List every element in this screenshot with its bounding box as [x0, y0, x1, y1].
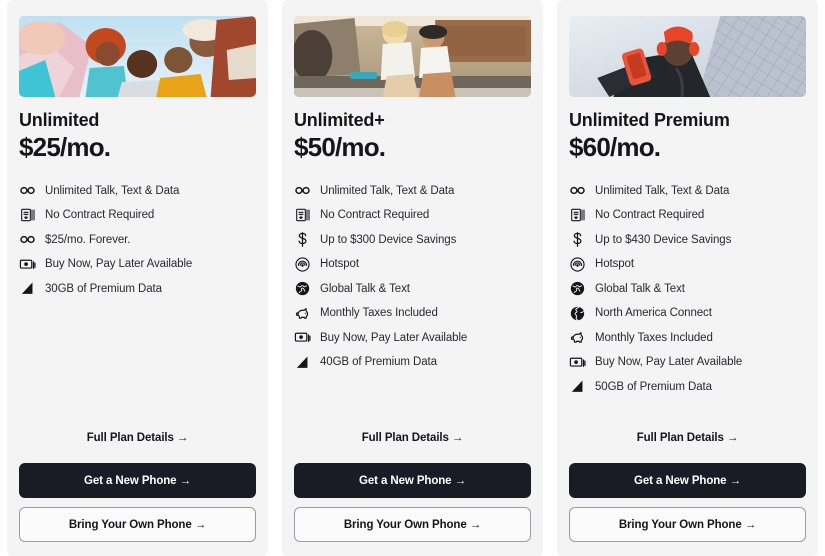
feature-item: Buy Now, Pay Later Available	[294, 326, 531, 351]
get-a-new-phone-button[interactable]: Get a New Phone →	[294, 463, 531, 498]
contract-icon	[294, 207, 311, 224]
feature-item: 40GB of Premium Data	[294, 350, 531, 375]
plan-heading: Unlimited+ $50/mo.	[294, 110, 531, 163]
feature-item: No Contract Required	[569, 203, 806, 228]
globe-icon	[569, 280, 586, 297]
friends-group-photo	[19, 16, 256, 97]
feature-item: Hotspot	[569, 252, 806, 277]
feature-item: No Contract Required	[19, 203, 256, 228]
bring-your-own-phone-button[interactable]: Bring Your Own Phone →	[294, 507, 531, 542]
feature-item: Hotspot	[294, 252, 531, 277]
feature-label: $25/mo. Forever.	[45, 233, 131, 246]
feature-item: Buy Now, Pay Later Available	[569, 350, 806, 375]
feature-label: No Contract Required	[320, 209, 430, 222]
card-actions: Full Plan Details → Get a New Phone → Br…	[294, 432, 531, 556]
feature-label: 50GB of Premium Data	[595, 380, 712, 393]
contract-icon	[19, 207, 36, 224]
bring-your-own-phone-button[interactable]: Bring Your Own Phone →	[569, 507, 806, 542]
plan-name: Unlimited	[19, 110, 100, 130]
plan-card: Unlimited Premium $60/mo. Unlimited Talk…	[557, 0, 818, 556]
globe-americas-icon	[569, 305, 586, 322]
signal-icon	[19, 280, 36, 297]
money-icon	[569, 354, 586, 371]
feature-item: 30GB of Premium Data	[19, 277, 256, 302]
get-a-new-phone-button[interactable]: Get a New Phone →	[569, 463, 806, 498]
feature-label: No Contract Required	[45, 209, 155, 222]
plan-price: $50/mo.	[294, 131, 386, 162]
feature-item: Up to $430 Device Savings	[569, 228, 806, 253]
dollar-icon	[569, 231, 586, 248]
globe-icon	[294, 280, 311, 297]
piggy-bank-icon	[294, 305, 311, 322]
feature-label: Global Talk & Text	[320, 282, 410, 295]
feature-label: Monthly Taxes Included	[595, 331, 713, 344]
feature-item: Buy Now, Pay Later Available	[19, 252, 256, 277]
man-selfie-phone-photo	[569, 16, 806, 97]
card-actions: Full Plan Details → Get a New Phone → Br…	[19, 432, 256, 556]
get-a-new-phone-button[interactable]: Get a New Phone →	[19, 463, 256, 498]
feature-item: Unlimited Talk, Text & Data	[19, 179, 256, 204]
feature-label: North America Connect	[595, 307, 712, 320]
full-plan-details-link[interactable]: Full Plan Details →	[19, 432, 256, 444]
hotspot-icon	[294, 256, 311, 273]
dollar-icon	[294, 231, 311, 248]
contract-icon	[569, 207, 586, 224]
plan-name: Unlimited Premium	[569, 110, 730, 130]
feature-label: Buy Now, Pay Later Available	[45, 258, 193, 271]
full-plan-details-link[interactable]: Full Plan Details →	[569, 432, 806, 444]
feature-item: 50GB of Premium Data	[569, 375, 806, 400]
hotspot-icon	[569, 256, 586, 273]
feature-label: Unlimited Talk, Text & Data	[45, 184, 180, 197]
feature-item: No Contract Required	[294, 203, 531, 228]
plan-heading: Unlimited Premium $60/mo.	[569, 110, 806, 163]
feature-list: Unlimited Talk, Text & Data No Contract …	[294, 179, 531, 375]
feature-label: Buy Now, Pay Later Available	[595, 356, 743, 369]
feature-label: Monthly Taxes Included	[320, 307, 438, 320]
feature-item: Global Talk & Text	[569, 277, 806, 302]
feature-label: No Contract Required	[595, 209, 705, 222]
plan-card: Unlimited+ $50/mo. Unlimited Talk, Text …	[282, 0, 543, 556]
plan-name: Unlimited+	[294, 110, 385, 130]
feature-list: Unlimited Talk, Text & Data No Contract …	[19, 179, 256, 302]
feature-label: Hotspot	[595, 258, 634, 271]
money-icon	[19, 256, 36, 273]
feature-label: Buy Now, Pay Later Available	[320, 331, 468, 344]
feature-label: Unlimited Talk, Text & Data	[595, 184, 730, 197]
two-women-skatepark-photo	[294, 16, 531, 97]
feature-label: 40GB of Premium Data	[320, 356, 437, 369]
signal-icon	[294, 354, 311, 371]
feature-label: Global Talk & Text	[595, 282, 685, 295]
feature-item: Up to $300 Device Savings	[294, 228, 531, 253]
bring-your-own-phone-button[interactable]: Bring Your Own Phone →	[19, 507, 256, 542]
plan-card: Unlimited $25/mo. Unlimited Talk, Text &…	[7, 0, 268, 556]
feature-label: 30GB of Premium Data	[45, 282, 162, 295]
feature-label: Up to $430 Device Savings	[595, 233, 732, 246]
feature-list: Unlimited Talk, Text & Data No Contract …	[569, 179, 806, 400]
money-icon	[294, 329, 311, 346]
card-actions: Full Plan Details → Get a New Phone → Br…	[569, 432, 806, 556]
infinity-icon	[19, 231, 36, 248]
pricing-plans-row: Unlimited $25/mo. Unlimited Talk, Text &…	[0, 0, 825, 556]
infinity-icon	[569, 182, 586, 199]
piggy-bank-icon	[569, 329, 586, 346]
plan-price: $60/mo.	[569, 131, 661, 162]
plan-heading: Unlimited $25/mo.	[19, 110, 256, 163]
feature-label: Unlimited Talk, Text & Data	[320, 184, 455, 197]
signal-icon	[569, 378, 586, 395]
infinity-icon	[19, 182, 36, 199]
feature-item: North America Connect	[569, 301, 806, 326]
infinity-icon	[294, 182, 311, 199]
feature-item: Monthly Taxes Included	[569, 326, 806, 351]
feature-item: Global Talk & Text	[294, 277, 531, 302]
feature-label: Hotspot	[320, 258, 359, 271]
feature-item: $25/mo. Forever.	[19, 228, 256, 253]
full-plan-details-link[interactable]: Full Plan Details →	[294, 432, 531, 444]
feature-item: Unlimited Talk, Text & Data	[294, 179, 531, 204]
feature-item: Monthly Taxes Included	[294, 301, 531, 326]
feature-item: Unlimited Talk, Text & Data	[569, 179, 806, 204]
plan-price: $25/mo.	[19, 131, 111, 162]
feature-label: Up to $300 Device Savings	[320, 233, 457, 246]
